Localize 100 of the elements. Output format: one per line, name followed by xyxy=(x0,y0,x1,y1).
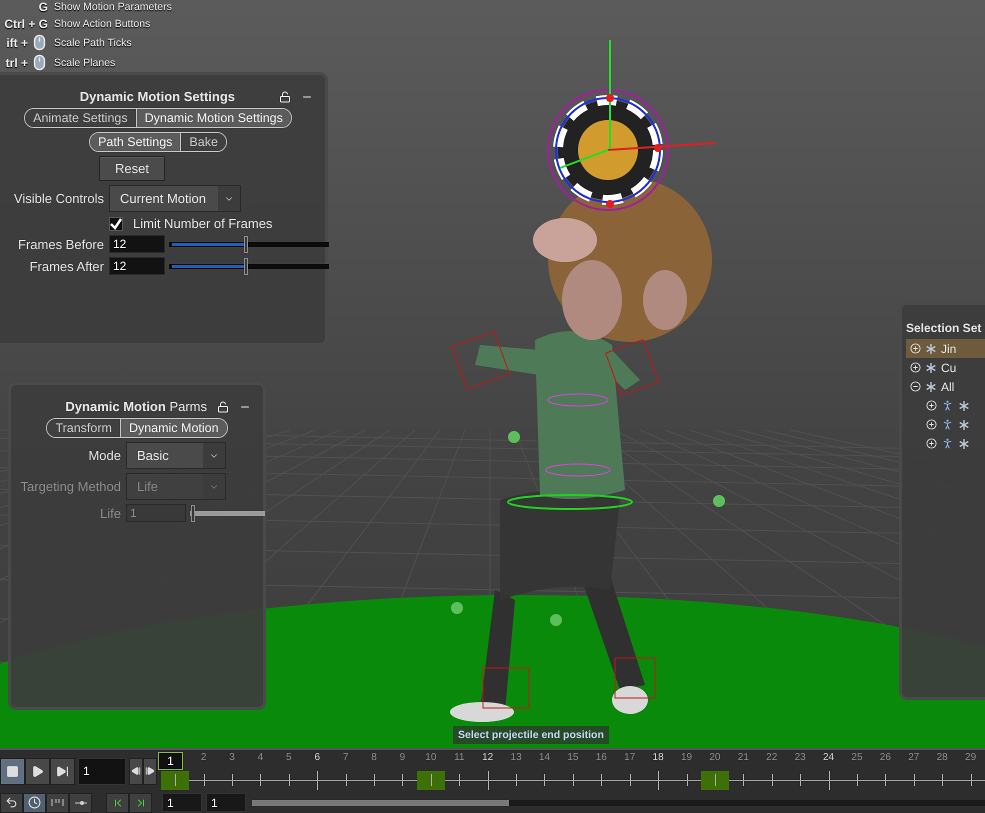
tab[interactable]: Bake xyxy=(180,133,226,151)
keyframe-marker[interactable] xyxy=(161,771,190,790)
tab[interactable]: Transform xyxy=(47,419,120,437)
range-start-field[interactable]: 1 xyxy=(162,793,202,812)
reset-button[interactable]: Reset xyxy=(99,156,165,181)
tab[interactable]: Path Settings xyxy=(90,133,180,151)
frame-number: 22 xyxy=(766,752,778,763)
undo-icon[interactable] xyxy=(0,792,23,812)
jump-start-icon[interactable] xyxy=(106,792,129,812)
field-label: Life xyxy=(100,506,121,520)
step-back-button[interactable] xyxy=(129,758,143,784)
asterisk-icon xyxy=(925,362,937,374)
unlock-icon xyxy=(279,90,291,102)
frame-number: 21 xyxy=(738,752,749,763)
frame-number: 29 xyxy=(965,752,976,763)
field-label: Visible Controls xyxy=(14,191,104,206)
frame-number: 7 xyxy=(342,752,348,763)
asterisk-icon xyxy=(925,380,937,392)
field-label: Targeting Method xyxy=(20,479,121,494)
tooltip: Select projectile end position xyxy=(453,726,609,744)
current-frame[interactable]: 1 xyxy=(158,752,183,770)
frame-number: 23 xyxy=(794,752,806,763)
frame-number: 4 xyxy=(258,752,264,763)
frame-number: 18 xyxy=(652,752,664,763)
visible-controls-dropdown[interactable]: Current Motion xyxy=(109,185,241,212)
clock-icon[interactable] xyxy=(23,792,46,812)
frame-number: 25 xyxy=(851,752,863,763)
number-field[interactable]: 12 xyxy=(109,235,165,253)
shortcut-keys: G xyxy=(38,0,48,14)
stop-icon xyxy=(6,764,19,778)
frame-number: 9 xyxy=(400,752,406,763)
dropdown[interactable]: Basic xyxy=(126,442,226,469)
stop-button[interactable] xyxy=(0,758,25,784)
keyframe-marker[interactable] xyxy=(416,771,446,790)
frame-number: 5 xyxy=(286,752,292,763)
frame-number: 19 xyxy=(680,752,692,763)
frame-number: 8 xyxy=(371,752,377,763)
checkbox[interactable] xyxy=(109,216,123,230)
shortcut-description: Show Action Buttons xyxy=(54,18,152,30)
shortcut-keys: ift + xyxy=(6,36,28,50)
step-forward-button[interactable] xyxy=(143,758,157,784)
field-label: Frames After xyxy=(30,258,104,274)
row-label: All xyxy=(941,380,954,394)
asterisk-icon xyxy=(958,418,970,430)
shortcut-description: Scale Path Ticks xyxy=(54,36,133,48)
frame-number: 27 xyxy=(908,752,920,763)
ticks-icon[interactable] xyxy=(46,792,69,812)
row-label: Cu xyxy=(941,360,956,374)
asterisk-icon xyxy=(958,400,970,412)
frame-number: 24 xyxy=(822,752,834,763)
asterisk-icon xyxy=(958,438,970,450)
shortcut-description: Scale Planes xyxy=(54,56,116,68)
step-back-icon xyxy=(131,766,141,776)
selection-set-row[interactable]: All xyxy=(906,377,985,396)
slider-handle[interactable] xyxy=(244,258,248,274)
tab[interactable]: Dynamic Motion xyxy=(120,419,227,437)
person-icon xyxy=(941,418,954,431)
frame-number: 15 xyxy=(567,752,578,763)
frame-number: 14 xyxy=(538,752,550,763)
asterisk-icon xyxy=(925,342,937,354)
frame-number: 6 xyxy=(314,752,320,763)
tab[interactable]: Dynamic Motion Settings xyxy=(136,109,291,127)
person-icon xyxy=(941,399,954,412)
frame-field[interactable]: 1 xyxy=(78,758,126,784)
frame-number: 16 xyxy=(596,752,607,763)
row-label: Jin xyxy=(941,342,956,356)
frame-number: 3 xyxy=(229,752,235,763)
frame-number: 20 xyxy=(709,752,720,763)
range-end-field[interactable]: 1 xyxy=(206,793,246,812)
range-slider[interactable] xyxy=(252,800,985,806)
frame-number: 28 xyxy=(936,752,948,763)
checkbox-label: Limit Number of Frames xyxy=(133,216,272,231)
frame-number: 13 xyxy=(510,752,522,763)
frame-number: 17 xyxy=(624,752,636,763)
keyframe-marker[interactable] xyxy=(700,771,730,790)
skip-end-button[interactable] xyxy=(50,758,75,784)
play-icon xyxy=(31,764,44,778)
number-field[interactable]: 12 xyxy=(109,257,165,275)
panel-title: Dynamic Motion Parms xyxy=(65,399,207,414)
shortcut-keys: Ctrl + G xyxy=(4,17,48,31)
slider-icon[interactable] xyxy=(69,792,92,812)
path-point-icon[interactable] xyxy=(508,431,520,443)
selection-set-row[interactable]: Jin xyxy=(906,339,985,358)
slider-handle[interactable] xyxy=(244,236,248,252)
path-point-icon[interactable] xyxy=(713,495,725,507)
person-icon xyxy=(941,437,954,450)
selection-set-row[interactable]: Cu xyxy=(906,358,985,377)
step-forward-icon xyxy=(145,766,155,776)
frame-number: 10 xyxy=(425,752,436,763)
shortcut-description: Show Motion Parameters xyxy=(54,1,172,13)
jump-end-icon[interactable] xyxy=(129,792,152,812)
frame-number: 11 xyxy=(454,752,464,763)
shortcut-keys: trl + xyxy=(6,56,28,70)
field-label: Frames Before xyxy=(18,236,104,252)
ball-gizmo-drawing[interactable] xyxy=(547,40,716,211)
frame-number: 26 xyxy=(880,752,891,763)
field-label: Mode xyxy=(88,448,121,463)
frame-number: 12 xyxy=(482,752,494,763)
panel-title: Selection Set xyxy=(906,321,982,335)
play-button[interactable] xyxy=(25,758,50,784)
